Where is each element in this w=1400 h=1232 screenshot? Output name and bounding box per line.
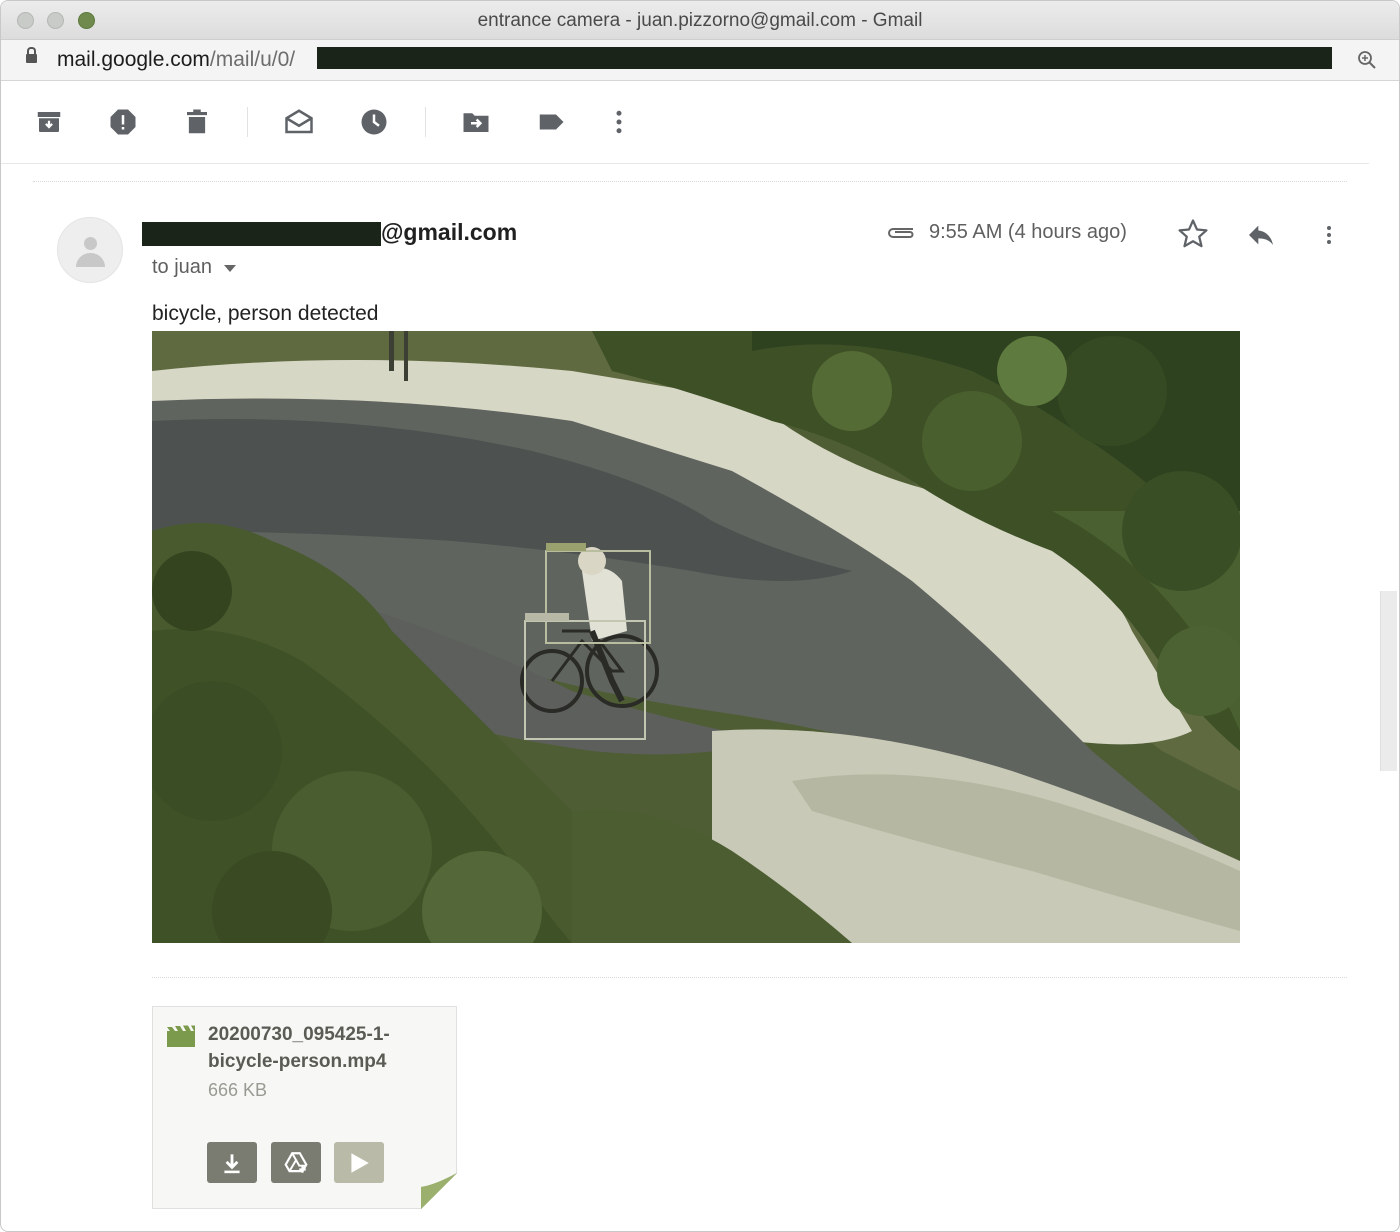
title-bar: entrance camera - juan.pizzorno@gmail.co… — [1, 1, 1399, 40]
url-text[interactable]: mail.google.com/mail/u/0/ — [57, 48, 295, 72]
save-to-drive-icon — [284, 1151, 308, 1173]
scrollbar[interactable] — [1380, 591, 1397, 771]
report-spam-icon — [110, 109, 136, 135]
snooze-icon — [361, 109, 387, 135]
divider — [152, 977, 1347, 978]
delete-button[interactable] — [181, 105, 213, 139]
move-to-icon — [463, 113, 489, 132]
url-host: mail.google.com — [57, 48, 210, 71]
video-file-icon — [167, 1025, 195, 1047]
url-path: /mail/u/0/ — [209, 48, 296, 71]
window-title: entrance camera - juan.pizzorno@gmail.co… — [477, 10, 923, 31]
archive-button[interactable] — [33, 105, 65, 139]
avatar-icon[interactable] — [57, 217, 123, 283]
message-toolbar — [1, 81, 1369, 164]
browser-window: entrance camera - juan.pizzorno@gmail.co… — [0, 0, 1400, 1232]
toolbar-separator — [247, 107, 248, 137]
sender-email[interactable]: @gmail.com — [381, 219, 517, 246]
play-icon — [351, 1152, 369, 1173]
toolbar-separator — [425, 107, 426, 137]
sender-redaction — [142, 222, 381, 246]
save-to-drive-button[interactable] — [271, 1142, 321, 1183]
reply-icon[interactable] — [1244, 219, 1278, 251]
address-bar[interactable]: mail.google.com/mail/u/0/ — [1, 40, 1399, 81]
timestamp: 9:55 AM (4 hours ago) — [929, 221, 1127, 243]
move-to-button[interactable] — [460, 105, 492, 139]
snooze-button[interactable] — [358, 105, 390, 139]
chevron-down-icon — [224, 265, 237, 272]
download-button[interactable] — [207, 1142, 257, 1183]
page-curl — [421, 1173, 457, 1209]
report-spam-button[interactable] — [107, 105, 139, 139]
more-actions-button[interactable] — [603, 105, 635, 139]
delete-icon — [187, 109, 207, 134]
label-icon — [539, 114, 564, 130]
camera-snapshot-image[interactable] — [152, 331, 1240, 943]
url-redaction — [317, 47, 1332, 69]
download-icon — [224, 1153, 240, 1173]
attachment-clip-icon — [888, 228, 914, 238]
archive-icon — [37, 112, 61, 132]
zoom-icon[interactable] — [1357, 50, 1377, 70]
mark-unread-icon — [285, 109, 313, 134]
recipients-dropdown[interactable]: to juan — [152, 256, 237, 279]
attachment-card[interactable]: 20200730_095425-1- bicycle-person.mp4 66… — [152, 1006, 457, 1209]
attachment-filename: 20200730_095425-1- bicycle-person.mp4 — [208, 1021, 443, 1075]
more-vert-icon — [616, 110, 622, 134]
play-button[interactable] — [334, 1142, 384, 1183]
lock-icon — [26, 47, 37, 63]
attachment-size: 666 KB — [208, 1080, 268, 1100]
attachment-filename-line: bicycle-person.mp4 — [208, 1051, 387, 1072]
more-vert-icon[interactable] — [1317, 219, 1341, 251]
mark-unread-button[interactable] — [283, 105, 315, 139]
label-button[interactable] — [535, 105, 567, 139]
message-body: bicycle, person detected — [152, 302, 379, 325]
to-label: to juan — [152, 256, 213, 278]
camera-snapshot-drawing — [152, 331, 1240, 943]
attachment-filename-line: 20200730_095425-1- — [208, 1024, 390, 1045]
star-icon[interactable] — [1176, 217, 1210, 251]
divider — [33, 181, 1347, 182]
